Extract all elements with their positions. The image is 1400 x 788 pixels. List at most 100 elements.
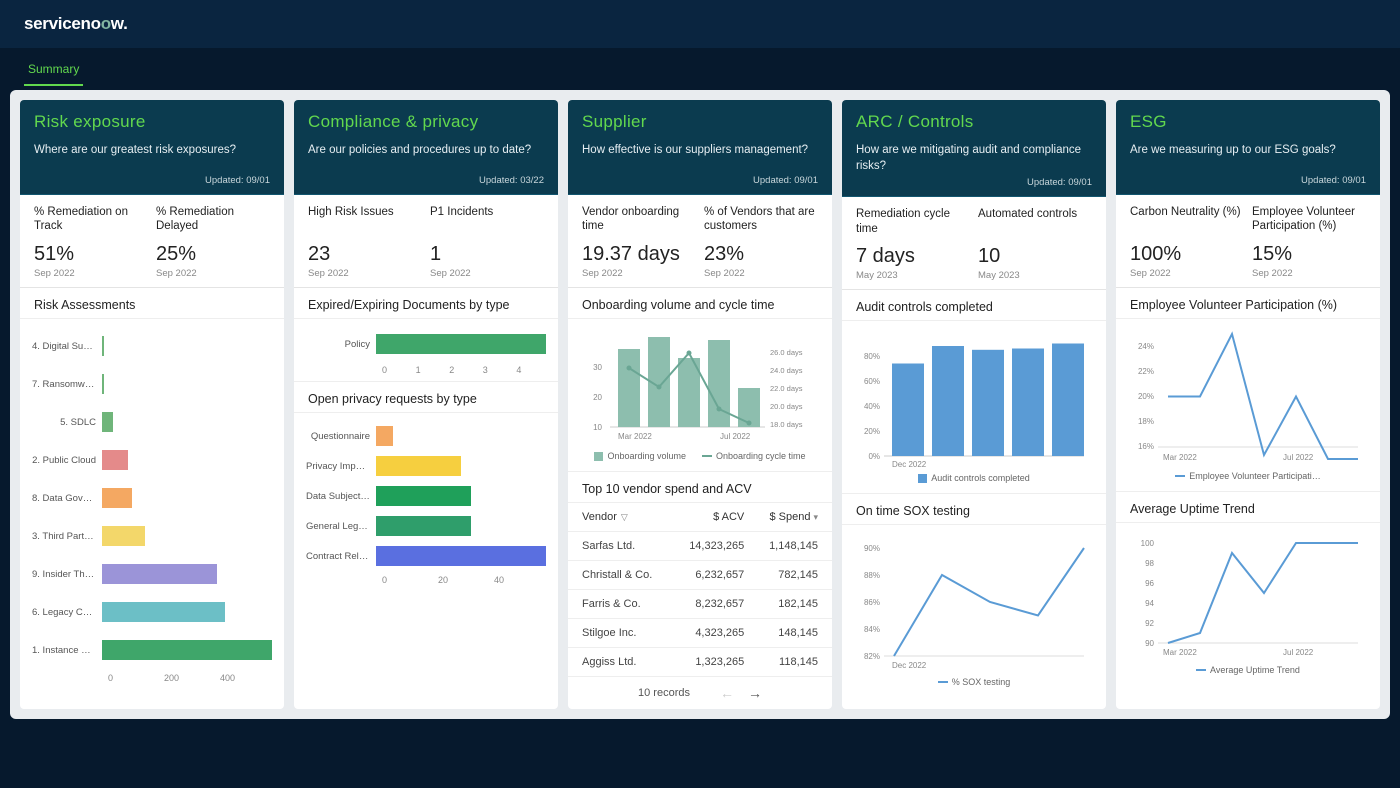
metric-date: Sep 2022 — [156, 268, 270, 279]
legend-label: Onboarding volume — [607, 451, 686, 461]
metrics-row: % Remediation on Track 51% Sep 2022 % Re… — [20, 195, 284, 288]
metric-carbon-neutrality[interactable]: Carbon Neutrality (%) 100% Sep 2022 — [1130, 205, 1244, 279]
chart-privacy-requests[interactable]: Questionnaire Privacy Impact A… Data Subje… — [294, 413, 558, 591]
metric-remediation-cycle[interactable]: Remediation cycle time 7 days May 2023 — [856, 207, 970, 281]
chart-sox-testing[interactable]: 90% 88% 86% 84% 82% Dec 2022 % SOX testi… — [842, 525, 1106, 697]
metric-label: % Remediation Delayed — [156, 205, 270, 235]
hbar-row[interactable]: Privacy Impact A… — [306, 451, 546, 481]
metric-label: % of Vendors that are customers — [704, 205, 818, 235]
col-header-spend[interactable]: $ Spend — [769, 511, 810, 523]
hbar-row[interactable]: 9. Insider Threat — [32, 555, 272, 593]
hbar-label: Privacy Impact A… — [306, 461, 376, 472]
hbar-label: 9. Insider Threat — [32, 569, 102, 580]
svg-text:Jul 2022: Jul 2022 — [1283, 648, 1314, 657]
card-title: Compliance & privacy — [308, 112, 544, 132]
dashboard-board: Risk exposure Where are our greatest ris… — [10, 90, 1390, 719]
svg-text:Dec 2022: Dec 2022 — [892, 460, 927, 469]
hbar-row[interactable]: 5. SDLC — [32, 403, 272, 441]
hbar-row[interactable]: Data Subject Re… — [306, 481, 546, 511]
hbar-row[interactable]: General Legal R… — [306, 511, 546, 541]
x-axis: 0200400 — [32, 673, 272, 683]
hbar-row[interactable]: 6. Legacy Code … — [32, 593, 272, 631]
svg-text:22.0 days: 22.0 days — [770, 384, 803, 393]
metric-label: Automated controls — [978, 207, 1092, 237]
hbar-label: Data Subject Re… — [306, 491, 376, 502]
table-row[interactable]: Aggiss Ltd.1,323,265118,145 — [568, 648, 832, 677]
chart-legend: Onboarding volume Onboarding cycle time — [580, 447, 820, 465]
metric-automated-controls[interactable]: Automated controls 10 May 2023 — [978, 207, 1092, 281]
metric-onboarding-time[interactable]: Vendor onboarding time 19.37 days Sep 20… — [582, 205, 696, 279]
metric-volunteer-participation[interactable]: Employee Volunteer Participation (%) 15%… — [1252, 205, 1366, 279]
metric-remediation-on-track[interactable]: % Remediation on Track 51% Sep 2022 — [34, 205, 148, 279]
metric-high-risk-issues[interactable]: High Risk Issues 23 Sep 2022 — [308, 205, 422, 279]
hbar-row[interactable]: Questionnaire — [306, 421, 546, 451]
section-title: Onboarding volume and cycle time — [568, 288, 832, 319]
card-head: ESG Are we measuring up to our ESG goals… — [1116, 100, 1380, 195]
card-compliance-privacy: Compliance & privacy Are our policies an… — [294, 100, 558, 709]
legend-label: Onboarding cycle time — [716, 451, 806, 461]
hbar-row[interactable]: Contract Relate… — [306, 541, 546, 571]
svg-text:Mar 2022: Mar 2022 — [1163, 648, 1197, 657]
metric-date: May 2023 — [978, 270, 1092, 281]
metric-value: 25% — [156, 243, 270, 266]
svg-text:60%: 60% — [864, 377, 880, 386]
metric-date: Sep 2022 — [430, 268, 544, 279]
hbar-row[interactable]: 3. Third Party Vul… — [32, 517, 272, 555]
metric-value: 1 — [430, 243, 544, 266]
x-axis: 01234 — [306, 365, 546, 375]
cell-acv: 8,232,657 — [671, 598, 745, 610]
svg-text:0%: 0% — [868, 452, 880, 461]
hbar-row[interactable]: 7. Ransomware — [32, 365, 272, 403]
metric-p1-incidents[interactable]: P1 Incidents 1 Sep 2022 — [430, 205, 544, 279]
hbar-row[interactable]: 2. Public Cloud — [32, 441, 272, 479]
filter-icon[interactable]: ▽ — [621, 512, 628, 523]
card-subtitle: Where are our greatest risk exposures? — [34, 142, 270, 172]
chart-audit-controls[interactable]: 80% 60% 40% 20% 0% Dec 2022 Audit contro… — [842, 321, 1106, 493]
hbar-label: 7. Ransomware — [32, 379, 102, 390]
table-row[interactable]: Stilgoe Inc.4,323,265148,145 — [568, 619, 832, 648]
card-updated: Updated: 09/01 — [856, 177, 1092, 188]
section-title: Audit controls completed — [842, 290, 1106, 321]
card-risk-exposure: Risk exposure Where are our greatest ris… — [20, 100, 284, 709]
metric-date: Sep 2022 — [308, 268, 422, 279]
hbar-row[interactable]: 8. Data Governa… — [32, 479, 272, 517]
table-row[interactable]: Farris & Co.8,232,657182,145 — [568, 590, 832, 619]
metric-remediation-delayed[interactable]: % Remediation Delayed 25% Sep 2022 — [156, 205, 270, 279]
next-page-button[interactable]: → — [748, 685, 762, 701]
metric-vendors-customers-pct[interactable]: % of Vendors that are customers 23% Sep … — [704, 205, 818, 279]
section-title: Expired/Expiring Documents by type — [294, 288, 558, 319]
chart-volunteer-participation[interactable]: 24% 22% 20% 18% 16% Mar 2022 Jul 2022 Em… — [1116, 319, 1380, 491]
cell-acv: 1,323,265 — [671, 656, 745, 668]
tab-summary[interactable]: Summary — [24, 58, 83, 86]
metric-value: 23% — [704, 243, 818, 266]
svg-text:86%: 86% — [864, 598, 880, 607]
top-bar: servicenoow. — [0, 0, 1400, 48]
vendor-table[interactable]: Vendor ▽ $ ACV $ Spend ▾ Sarfas Ltd.14,3… — [568, 503, 832, 709]
metric-label: High Risk Issues — [308, 205, 422, 235]
metric-label: Remediation cycle time — [856, 207, 970, 237]
chart-legend: Audit controls completed — [854, 469, 1094, 487]
cell-vendor: Stilgoe Inc. — [582, 627, 671, 639]
table-row[interactable]: Christall & Co.6,232,657782,145 — [568, 561, 832, 590]
hbar-row[interactable]: 1. Instance Secur… — [32, 631, 272, 669]
sort-desc-icon[interactable]: ▾ — [813, 512, 818, 523]
table-row[interactable]: Sarfas Ltd.14,323,2651,148,145 — [568, 532, 832, 561]
chart-uptime-trend[interactable]: 100 98 96 94 92 90 Mar 2022 Jul 2022 Ave… — [1116, 523, 1380, 685]
hbar-row[interactable]: Policy — [306, 327, 546, 361]
svg-text:92: 92 — [1145, 619, 1154, 628]
cell-spend: 182,145 — [744, 598, 818, 610]
svg-text:98: 98 — [1145, 559, 1154, 568]
chart-onboarding[interactable]: 10 20 30 26.0 days 24.0 days 22.0 days 2… — [568, 319, 832, 471]
section-title: Open privacy requests by type — [294, 381, 558, 413]
hbar-label: 4. Digital Supply… — [32, 341, 102, 352]
cell-vendor: Sarfas Ltd. — [582, 540, 671, 552]
col-header-vendor[interactable]: Vendor — [582, 511, 617, 523]
prev-page-button[interactable]: ← — [720, 685, 734, 701]
chart-risk-assessments[interactable]: 4. Digital Supply… 7. Ransomware 5. SDLC2.… — [20, 319, 284, 689]
x-axis: 02040 — [306, 575, 546, 585]
col-header-acv[interactable]: $ ACV — [671, 511, 745, 523]
chart-expired-docs[interactable]: Policy 01234 — [294, 319, 558, 381]
hbar-label: 8. Data Governa… — [32, 493, 102, 504]
metric-date: Sep 2022 — [34, 268, 148, 279]
hbar-row[interactable]: 4. Digital Supply… — [32, 327, 272, 365]
